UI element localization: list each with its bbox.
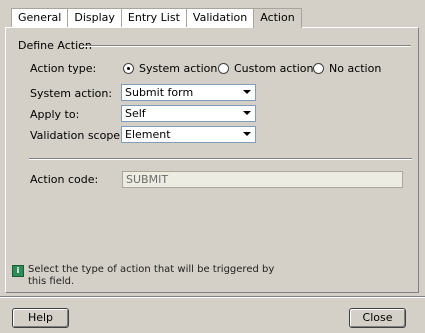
radio-system-action[interactable]: System action xyxy=(123,62,217,75)
action-code-label: Action code: xyxy=(30,173,99,186)
chevron-down-icon[interactable] xyxy=(243,132,251,136)
radio-button-icon[interactable] xyxy=(123,63,134,74)
info-icon: i xyxy=(12,265,24,277)
radio-label: System action xyxy=(139,62,218,75)
select-value: Self xyxy=(125,107,146,120)
radio-no-action[interactable]: No action xyxy=(313,62,381,75)
select-value: Submit form xyxy=(125,86,194,99)
help-text: Select the type of action that will be t… xyxy=(28,264,275,287)
close-button[interactable]: Close xyxy=(349,308,406,328)
validation-scope-select[interactable]: Element xyxy=(121,126,256,143)
radio-label: Custom action xyxy=(234,62,314,75)
tab-action[interactable]: Action xyxy=(253,8,302,28)
system-action-select[interactable]: Submit form xyxy=(121,84,256,101)
chevron-down-icon[interactable] xyxy=(243,111,251,115)
tab-entry-list[interactable]: Entry List xyxy=(120,8,187,27)
tab-bar: General Display Entry List Validation Ac… xyxy=(11,8,302,28)
tab-validation[interactable]: Validation xyxy=(185,8,255,27)
validation-scope-label: Validation scope: xyxy=(30,129,124,142)
action-code-field: SUBMIT xyxy=(122,171,403,188)
action-type-label: Action type: xyxy=(30,62,97,75)
apply-to-label: Apply to: xyxy=(30,108,80,121)
radio-button-icon[interactable] xyxy=(218,63,229,74)
help-button[interactable]: Help xyxy=(12,308,69,328)
apply-to-select[interactable]: Self xyxy=(121,105,256,122)
group-divider xyxy=(80,45,411,47)
section-divider xyxy=(29,158,412,160)
radio-custom-action[interactable]: Custom action xyxy=(218,62,314,75)
radio-label: No action xyxy=(329,62,382,75)
system-action-label: System action: xyxy=(30,87,113,100)
chevron-down-icon[interactable] xyxy=(243,90,251,94)
select-value: Element xyxy=(125,128,171,141)
footer-divider xyxy=(0,296,425,298)
tab-general[interactable]: General xyxy=(11,8,69,27)
radio-button-icon[interactable] xyxy=(313,63,324,74)
tab-display[interactable]: Display xyxy=(67,8,122,27)
